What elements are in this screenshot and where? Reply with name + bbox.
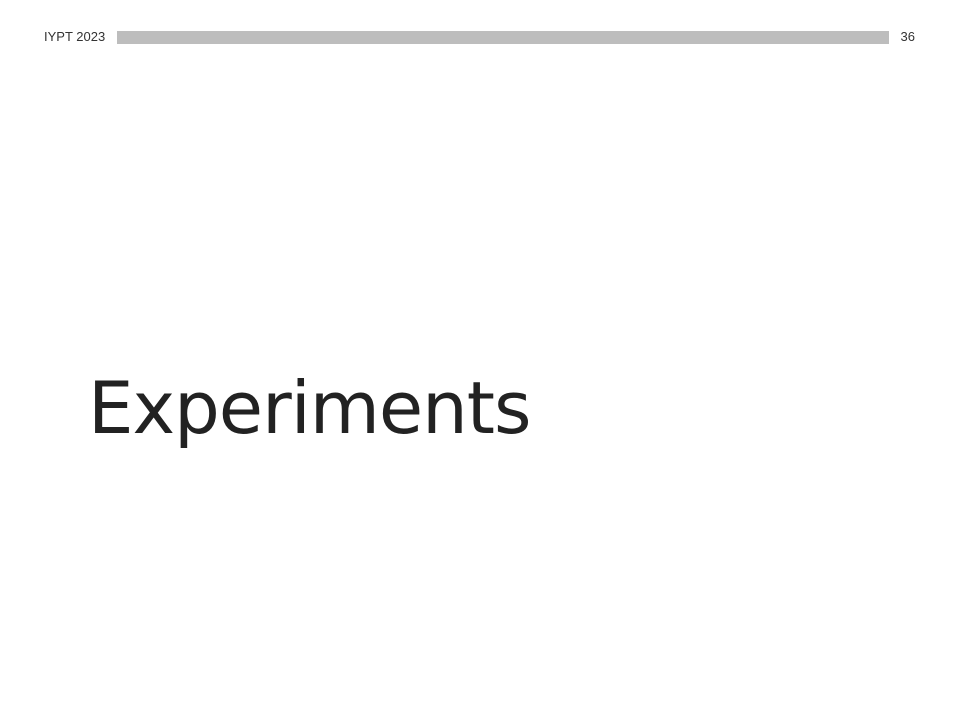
- slide: IYPT 2023 36 Experiments: [0, 0, 960, 720]
- section-title: Experiments: [88, 366, 532, 451]
- event-label: IYPT 2023: [44, 29, 106, 44]
- header-divider-bar: [117, 31, 889, 44]
- page-number: 36: [900, 29, 915, 44]
